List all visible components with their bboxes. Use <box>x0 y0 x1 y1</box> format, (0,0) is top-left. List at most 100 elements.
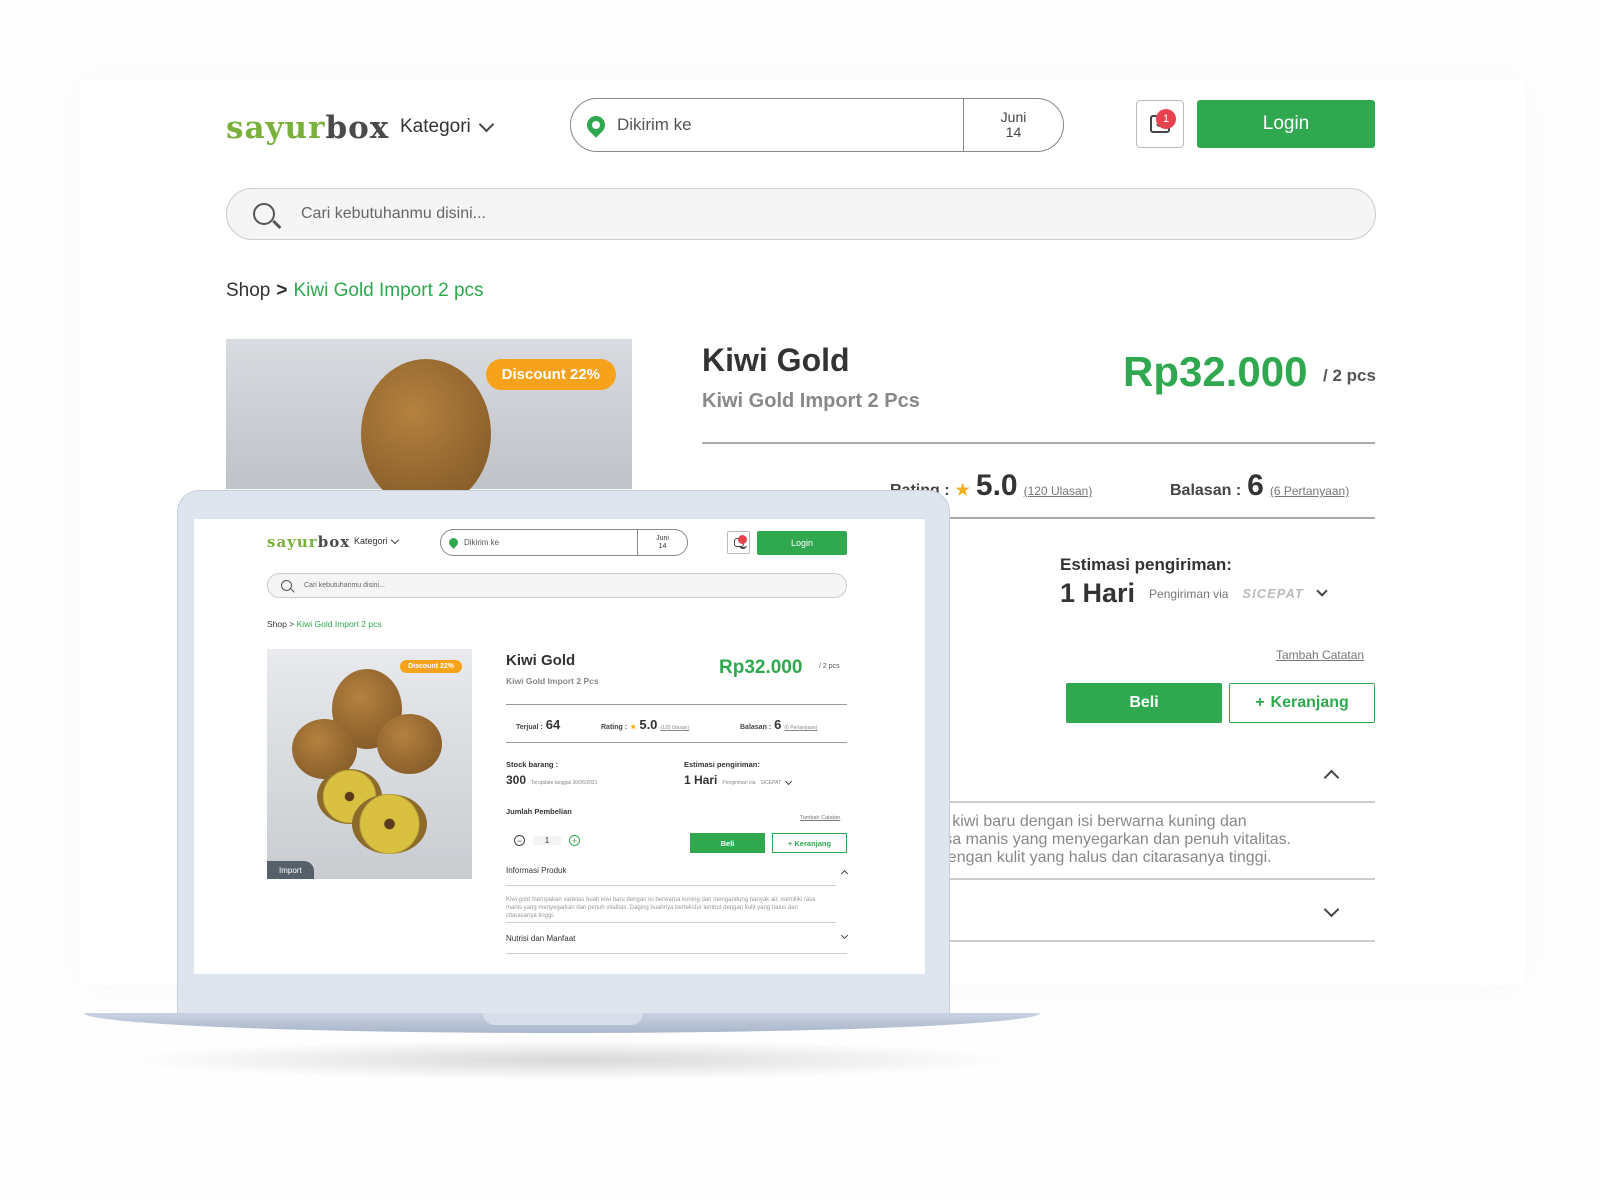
product-description: Kiwi gold merupakan varietas buah kiwi b… <box>506 897 816 919</box>
add-note-link[interactable]: Tambah Catatan <box>1276 648 1364 662</box>
product-subtitle: Kiwi Gold Import 2 Pcs <box>506 676 599 686</box>
discount-badge: Discount 22% <box>400 660 462 673</box>
breadcrumb: Shop > Kiwi Gold Import 2 pcs <box>267 619 382 629</box>
stock-value: 300 <box>506 773 527 787</box>
cart-button[interactable] <box>727 531 750 554</box>
questions-link[interactable]: (6 Pertanyaan) <box>1270 484 1349 498</box>
add-to-cart-label: Keranjang <box>794 838 832 848</box>
kategori-dropdown[interactable]: Kategori <box>354 535 399 546</box>
sold-stat: Terjual :64 <box>516 717 560 732</box>
courier-logo[interactable]: SICEPAT <box>1242 586 1303 601</box>
chevron-up-icon[interactable] <box>1323 769 1340 786</box>
estimate-label: Estimasi pengiriman: <box>684 760 760 769</box>
date-month: Juni <box>1000 109 1027 125</box>
replies-value: 6 <box>774 717 782 732</box>
rating-value: 5.0 <box>639 717 658 732</box>
divider <box>702 442 1375 444</box>
shopping-bag-icon <box>733 535 747 549</box>
chevron-down-icon[interactable] <box>1323 901 1340 918</box>
stock-row: 300 Terupdate tanggal 30/06/2021 <box>506 773 597 787</box>
cart-badge <box>737 535 747 544</box>
reviews-link[interactable]: (120 Ulasan) <box>660 725 689 731</box>
star-icon: ★ <box>630 724 637 731</box>
breadcrumb-shop[interactable]: Shop <box>267 619 287 629</box>
kategori-label: Kategori <box>354 536 388 546</box>
search-icon <box>253 203 275 225</box>
reviews-link[interactable]: (120 Ulasan) <box>1024 484 1093 498</box>
add-note-link[interactable]: Tambah Catatan <box>800 815 840 821</box>
desc-line: t dengan kulit yang halus dan citarasany… <box>930 849 1272 866</box>
chevron-down-icon[interactable] <box>1316 584 1328 597</box>
add-to-cart-button[interactable]: + Keranjang <box>772 833 847 853</box>
divider <box>506 922 836 923</box>
stock-updated: Terupdate tanggal 30/06/2021 <box>531 780 598 786</box>
stock-label: Stock barang : <box>506 760 559 769</box>
divider <box>930 940 1375 942</box>
rating-label: Rating : <box>601 724 628 731</box>
laptop-notch <box>483 1013 643 1025</box>
chevron-down-icon <box>840 931 849 940</box>
laptop-screen: sayurbox Kategori Dikirim ke Juni 14 Logi… <box>194 519 925 974</box>
add-to-cart-label: Keranjang <box>1270 694 1349 711</box>
plus-icon: + <box>1255 694 1265 711</box>
logo[interactable]: sayurbox <box>226 110 389 146</box>
location-placeholder: Dikirim ke <box>617 115 692 134</box>
rating-value: 5.0 <box>975 469 1018 502</box>
plus-icon[interactable]: + <box>569 835 580 846</box>
product-price: Rp32.000 <box>1123 348 1308 395</box>
login-button[interactable]: Login <box>1197 100 1375 148</box>
replies-label: Balasan : <box>1170 482 1242 499</box>
chevron-down-icon <box>390 535 399 544</box>
desc-line: rasa manis yang menyegarkan dan penuh vi… <box>930 831 1292 848</box>
breadcrumb-current: Kiwi Gold Import 2 pcs <box>296 619 382 629</box>
desc-line: ah kiwi baru dengan isi berwarna kuning … <box>930 813 1247 830</box>
estimate-value: 1 Hari <box>684 773 718 787</box>
replies-stat: Balasan :6 (6 Pertanyaan) <box>740 717 817 732</box>
divider <box>506 742 847 743</box>
search-input[interactable]: Cari kebutuhanmu disini... <box>267 573 847 598</box>
replies-stat: Balasan : 6 (6 Pertanyaan) <box>1170 469 1349 503</box>
chevron-up-icon <box>840 869 849 878</box>
info-accordion[interactable]: Informasi Produk <box>506 865 849 878</box>
description-partial: ah kiwi baru dengan isi berwarna kuning … <box>930 813 1370 867</box>
replies-value: 6 <box>1247 469 1264 502</box>
date-day: 14 <box>1005 124 1022 140</box>
questions-link[interactable]: (6 Pertanyaan) <box>784 725 817 731</box>
courier-logo[interactable]: SICEPAT <box>760 780 781 786</box>
breadcrumb-current: Kiwi Gold Import 2 pcs <box>293 280 484 301</box>
breadcrumb: Shop > Kiwi Gold Import 2 pcs <box>226 280 484 302</box>
date-selector[interactable]: Juni 14 <box>637 530 687 555</box>
minus-icon[interactable]: − <box>514 835 525 846</box>
nutrition-title: Nutrisi dan Manfaat <box>506 934 576 943</box>
logo[interactable]: sayurbox <box>267 533 350 551</box>
date-selector[interactable]: Juni 14 <box>963 99 1063 151</box>
logo-part1: sayur <box>226 110 326 146</box>
product-title: Kiwi Gold <box>506 652 576 669</box>
date-month: Juni <box>656 534 669 542</box>
qty-input[interactable]: 1 <box>533 836 561 845</box>
product-title: Kiwi Gold <box>702 342 850 378</box>
product-image: Discount 22% <box>226 339 632 509</box>
estimate-value: 1 Hari <box>1060 578 1136 608</box>
discount-badge: Discount 22% <box>485 359 616 390</box>
cart-button[interactable]: 1 <box>1136 100 1184 148</box>
location-field[interactable]: Dikirim ke Juni 14 <box>570 98 1064 152</box>
buy-button[interactable]: Beli <box>1066 683 1222 723</box>
star-icon: ★ <box>955 482 970 499</box>
shipping-via: Pengiriman via <box>1149 586 1229 601</box>
kategori-label: Kategori <box>400 116 471 137</box>
estimate-label: Estimasi pengiriman: <box>1060 555 1232 574</box>
kategori-dropdown[interactable]: Kategori <box>400 116 495 138</box>
search-input[interactable]: Cari kebutuhanmu disini... <box>226 188 1376 240</box>
buy-button[interactable]: Beli <box>690 833 765 853</box>
qty-label: Jumlah Pembelian <box>506 807 572 816</box>
kiwi-half <box>352 794 427 854</box>
divider <box>930 878 1375 880</box>
info-title: Informasi Produk <box>506 866 567 875</box>
nutrition-accordion[interactable]: Nutrisi dan Manfaat <box>506 931 849 943</box>
breadcrumb-shop[interactable]: Shop <box>226 280 270 301</box>
add-to-cart-button[interactable]: + Keranjang <box>1229 683 1375 723</box>
location-field[interactable]: Dikirim ke Juni 14 <box>440 529 688 556</box>
chevron-down-icon[interactable] <box>785 777 793 786</box>
login-button[interactable]: Login <box>757 531 847 555</box>
